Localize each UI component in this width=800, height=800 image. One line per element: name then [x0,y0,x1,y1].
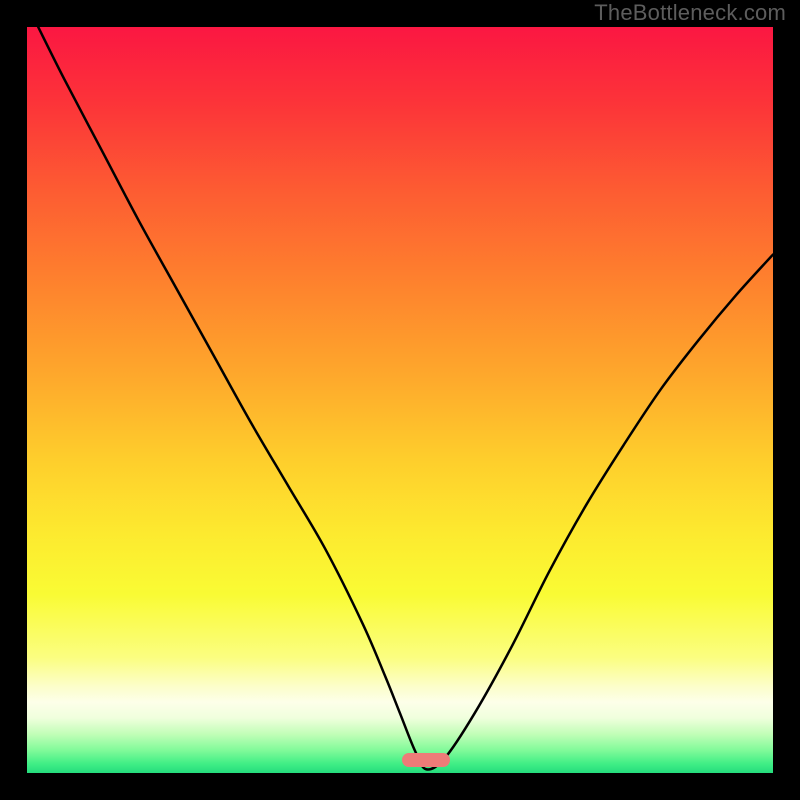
optimum-marker [402,753,450,767]
bottleneck-chart: TheBottleneck.com [0,0,800,800]
background-heatmap [27,27,773,773]
watermark-text: TheBottleneck.com [594,0,786,26]
plot-area [27,27,773,773]
